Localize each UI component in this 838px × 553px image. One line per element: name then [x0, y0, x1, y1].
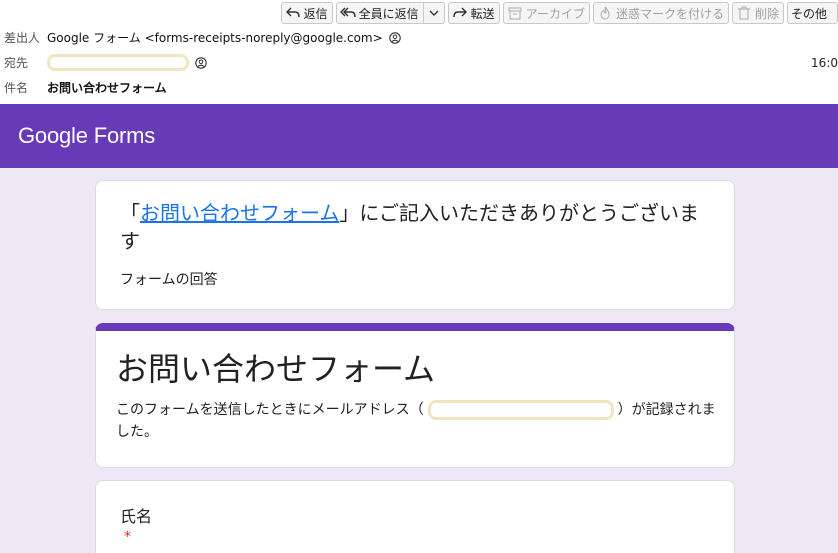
from-value[interactable]: Google フォーム <forms-receipts-noreply@goog… [47, 29, 383, 46]
responses-label: フォームの回答 [120, 272, 218, 288]
reply-all-icon [339, 5, 356, 21]
email-body: Google Forms 「お問い合わせフォーム」にご記入いただきありがとうござい… [0, 104, 838, 553]
junk-label: 迷惑マークを付ける [615, 6, 724, 21]
google-forms-logo: Google Forms [18, 123, 155, 149]
more-button[interactable]: その他 [786, 2, 838, 24]
junk-button[interactable]: 迷惑マークを付ける [592, 2, 729, 24]
forward-label: 転送 [470, 6, 495, 21]
chevron-down-icon[interactable] [422, 3, 444, 23]
more-label: その他 [790, 6, 827, 21]
logo-google: Google [18, 123, 88, 148]
question-label: 氏名 [120, 507, 153, 526]
thanks-message: 「お問い合わせフォーム」にご記入いただきありがとうございます [120, 199, 710, 255]
question-card: 氏名 * [95, 480, 735, 553]
from-row: 差出人 Google フォーム <forms-receipts-noreply@… [4, 29, 401, 46]
archive-label: アーカイブ [525, 6, 585, 21]
mail-header: 返信 全員に返信 転送 アーカイブ 迷惑マークを付ける 削除 その他 差出人 G… [0, 0, 838, 104]
reply-all-label: 全員に返信 [358, 6, 419, 21]
message-toolbar: 返信 全員に返信 転送 アーカイブ 迷惑マークを付ける 削除 その他 [280, 2, 838, 26]
delete-label: 削除 [754, 6, 779, 21]
contact-icon[interactable] [388, 31, 401, 44]
required-mark: * [124, 529, 131, 545]
forward-icon [452, 5, 468, 21]
reply-button[interactable]: 返信 [280, 2, 333, 24]
message-time: 16:0 [811, 56, 838, 70]
to-label: 宛先 [4, 56, 29, 70]
forward-button[interactable]: 転送 [447, 2, 500, 24]
flame-icon [597, 5, 613, 21]
email-recorded-note: このフォームを送信したときにメールアドレス（ ）が記録されました。 [116, 399, 716, 443]
redacted-email [427, 400, 614, 420]
reply-all-button[interactable]: 全員に返信 [335, 2, 445, 24]
logo-forms: Forms [93, 123, 156, 148]
google-forms-banner: Google Forms [0, 104, 838, 168]
redacted-recipient [47, 54, 189, 71]
form-title: お問い合わせフォーム [116, 350, 436, 388]
archive-icon [507, 5, 523, 21]
subject-value: お問い合わせフォーム [47, 81, 167, 95]
reply-label: 返信 [303, 6, 328, 21]
delete-button[interactable]: 削除 [731, 2, 784, 24]
subject-label: 件名 [4, 81, 29, 95]
subject-row: 件名 お問い合わせフォーム [4, 79, 167, 96]
form-header-card: お問い合わせフォーム このフォームを送信したときにメールアドレス（ ）が記録されま… [95, 323, 735, 468]
thanks-card: 「お問い合わせフォーム」にご記入いただきありがとうございます フォームの回答 [95, 180, 735, 310]
from-label: 差出人 [4, 31, 41, 45]
open-quote: 「 [120, 201, 140, 225]
to-row: 宛先 [4, 54, 207, 71]
archive-button[interactable]: アーカイブ [502, 2, 590, 24]
trash-icon [736, 5, 752, 21]
note-before: このフォームを送信したときにメールアドレス（ [116, 402, 424, 418]
contact-icon[interactable] [195, 56, 207, 69]
form-link[interactable]: お問い合わせフォーム [140, 201, 339, 225]
reply-icon [285, 5, 301, 21]
